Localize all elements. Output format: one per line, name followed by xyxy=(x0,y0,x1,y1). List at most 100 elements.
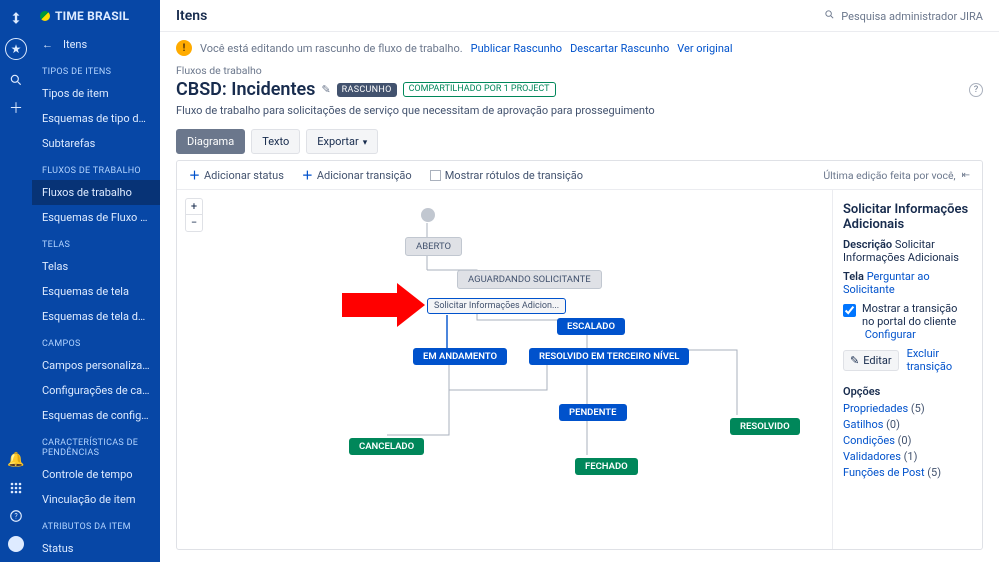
draft-badge: RASCUNHO xyxy=(337,83,397,97)
checkbox-icon xyxy=(430,170,441,181)
sidebar-group-title: CARACTERÍSTICAS DE PENDÊNCIAS xyxy=(32,428,160,462)
publish-link[interactable]: Publicar Rascunho xyxy=(471,42,562,55)
start-node[interactable] xyxy=(421,208,435,222)
sidebar-item[interactable]: Vinculação de item xyxy=(32,487,160,512)
node-escalado[interactable]: ESCALADO xyxy=(557,318,625,335)
search-rail-icon[interactable] xyxy=(8,72,24,88)
breadcrumb[interactable]: Fluxos de trabalho xyxy=(176,64,983,77)
panel-option[interactable]: Condições (0) xyxy=(843,434,972,447)
node-fechado[interactable]: FECHADO xyxy=(575,458,638,475)
options-heading: Opções xyxy=(843,385,972,398)
sidebar-item[interactable]: Esquemas de tela de ... xyxy=(32,304,160,329)
pencil-icon: ✎ xyxy=(850,354,859,367)
last-edit-text: Última edição feita por você, xyxy=(823,169,955,182)
search-icon xyxy=(824,10,838,23)
node-aberto[interactable]: ABERTO xyxy=(405,237,462,256)
sidebar-group-title: ATRIBUTOS DA ITEM xyxy=(32,512,160,536)
sidebar-group-title: TELAS xyxy=(32,230,160,254)
transition-panel: Solicitar Informações Adicionais Descriç… xyxy=(832,190,982,549)
topbar: Itens Pesquisa administrador JIRA xyxy=(160,0,999,32)
warning-icon: ! xyxy=(176,40,192,56)
page-subtitle: Fluxo de trabalho para solicitações de s… xyxy=(176,104,983,117)
sidebar-item[interactable]: Tipos de item xyxy=(32,81,160,106)
back-label: Itens xyxy=(63,38,87,51)
chevron-down-icon: ▾ xyxy=(363,138,368,148)
tab-export[interactable]: Exportar▾ xyxy=(306,129,378,154)
show-labels-toggle[interactable]: Mostrar rótulos de transição xyxy=(430,169,583,182)
add-status-button[interactable]: ＋Adicionar status xyxy=(189,167,284,183)
workflow-canvas[interactable]: + − xyxy=(177,190,832,549)
admin-search[interactable]: Pesquisa administrador JIRA xyxy=(824,9,983,23)
workflow-editor: ＋Adicionar status ＋Adicionar transição M… xyxy=(176,160,983,550)
avatar-icon[interactable] xyxy=(8,536,24,552)
apps-icon[interactable] xyxy=(8,480,24,496)
sidebar-group-title: FLUXOS DE TRABALHO xyxy=(32,156,160,180)
sidebar-item[interactable]: Esquemas de tela xyxy=(32,279,160,304)
delete-transition-link[interactable]: Excluir transição xyxy=(907,347,972,373)
sidebar-item[interactable]: Esquemas de Fluxo d... xyxy=(32,205,160,230)
sidebar-item[interactable]: Controle de tempo xyxy=(32,462,160,487)
svg-text:?: ? xyxy=(14,512,18,520)
sidebar-item[interactable]: Telas xyxy=(32,254,160,279)
add-status-label: Adicionar status xyxy=(204,169,284,182)
brand-flag-icon xyxy=(40,11,50,21)
sidebar-item[interactable]: Status xyxy=(32,536,160,561)
edit-title-icon[interactable]: ✎ xyxy=(321,83,330,96)
chevron-left-icon: ← xyxy=(42,38,53,51)
view-tabs: Diagrama Texto Exportar▾ xyxy=(176,129,983,154)
create-icon[interactable]: ＋ xyxy=(8,100,24,116)
node-cancelado[interactable]: CANCELADO xyxy=(349,438,424,455)
brand: TIME BRASIL xyxy=(32,0,160,32)
panel-option[interactable]: Propriedades (5) xyxy=(843,402,972,415)
node-resolvido[interactable]: RESOLVIDO xyxy=(730,418,800,435)
sidebar-item[interactable]: Configurações de ca... xyxy=(32,378,160,403)
edit-button[interactable]: ✎ Editar xyxy=(843,350,899,371)
sidebar: TIME BRASIL ← Itens TIPOS DE ITENSTipos … xyxy=(32,0,160,562)
node-pendente[interactable]: PENDENTE xyxy=(559,404,627,421)
jira-icon[interactable] xyxy=(8,10,24,26)
collapse-panel-icon[interactable]: ⇤ xyxy=(962,170,970,181)
show-labels-label: Mostrar rótulos de transição xyxy=(445,169,583,182)
admin-search-label: Pesquisa administrador JIRA xyxy=(841,10,983,23)
node-andamento[interactable]: EM ANDAMENTO xyxy=(413,348,507,365)
sidebar-item[interactable]: Campos personalizad... xyxy=(32,353,160,378)
configure-link[interactable]: Configurar xyxy=(865,328,916,341)
main: Itens Pesquisa administrador JIRA ! Você… xyxy=(160,0,999,562)
node-aguardando[interactable]: AGUARDANDO SOLICITANTE xyxy=(457,270,602,289)
screen-label: Tela xyxy=(843,270,864,283)
sidebar-group-title: CAMPOS xyxy=(32,329,160,353)
brand-label: TIME BRASIL xyxy=(55,9,129,23)
descr-label: Descrição xyxy=(843,238,892,251)
add-transition-button[interactable]: ＋Adicionar transição xyxy=(302,167,412,183)
back-button[interactable]: ← Itens xyxy=(32,32,160,57)
node-terceiro[interactable]: RESOLVIDO EM TERCEIRO NÍVEL xyxy=(529,348,689,365)
star-icon[interactable]: ★ xyxy=(5,38,27,60)
sidebar-item[interactable]: Esquemas de tipo de ... xyxy=(32,106,160,131)
banner-text: Você está editando um rascunho de fluxo … xyxy=(200,42,463,55)
tab-diagram[interactable]: Diagrama xyxy=(176,129,245,154)
portal-checkbox-input[interactable] xyxy=(843,304,856,317)
view-original-link[interactable]: Ver original xyxy=(677,42,732,55)
panel-option[interactable]: Funções de Post (5) xyxy=(843,466,972,479)
sidebar-item[interactable]: Fluxos de trabalho xyxy=(32,180,160,205)
help-rail-icon[interactable]: ? xyxy=(8,508,24,524)
app-rail: ★ ＋ 🔔 ? xyxy=(0,0,32,562)
edit-label: Editar xyxy=(863,354,891,367)
notify-icon[interactable]: 🔔 xyxy=(8,452,24,468)
page-title: CBSD: Incidentes xyxy=(176,79,315,100)
portal-checkbox[interactable]: Mostrar a transição no portal do cliente… xyxy=(843,302,972,341)
sidebar-item[interactable]: Subtarefas xyxy=(32,131,160,156)
tab-text[interactable]: Texto xyxy=(251,129,300,154)
transition-solicitar[interactable]: Solicitar Informações Adicion... xyxy=(427,298,566,314)
sidebar-group-title: TIPOS DE ITENS xyxy=(32,57,160,81)
sidebar-item[interactable]: Esquemas de configu... xyxy=(32,403,160,428)
page-header-title: Itens xyxy=(176,8,207,24)
panel-option[interactable]: Gatilhos (0) xyxy=(843,418,972,431)
add-transition-label: Adicionar transição xyxy=(317,169,412,182)
shared-badge[interactable]: COMPARTILHADO POR 1 PROJECT xyxy=(403,82,556,97)
panel-option[interactable]: Validadores (1) xyxy=(843,450,972,463)
draft-banner: ! Você está editando um rascunho de flux… xyxy=(160,32,999,64)
discard-link[interactable]: Descartar Rascunho xyxy=(570,42,669,55)
help-icon[interactable]: ? xyxy=(969,83,983,97)
editor-toolbar: ＋Adicionar status ＋Adicionar transição M… xyxy=(177,161,982,190)
